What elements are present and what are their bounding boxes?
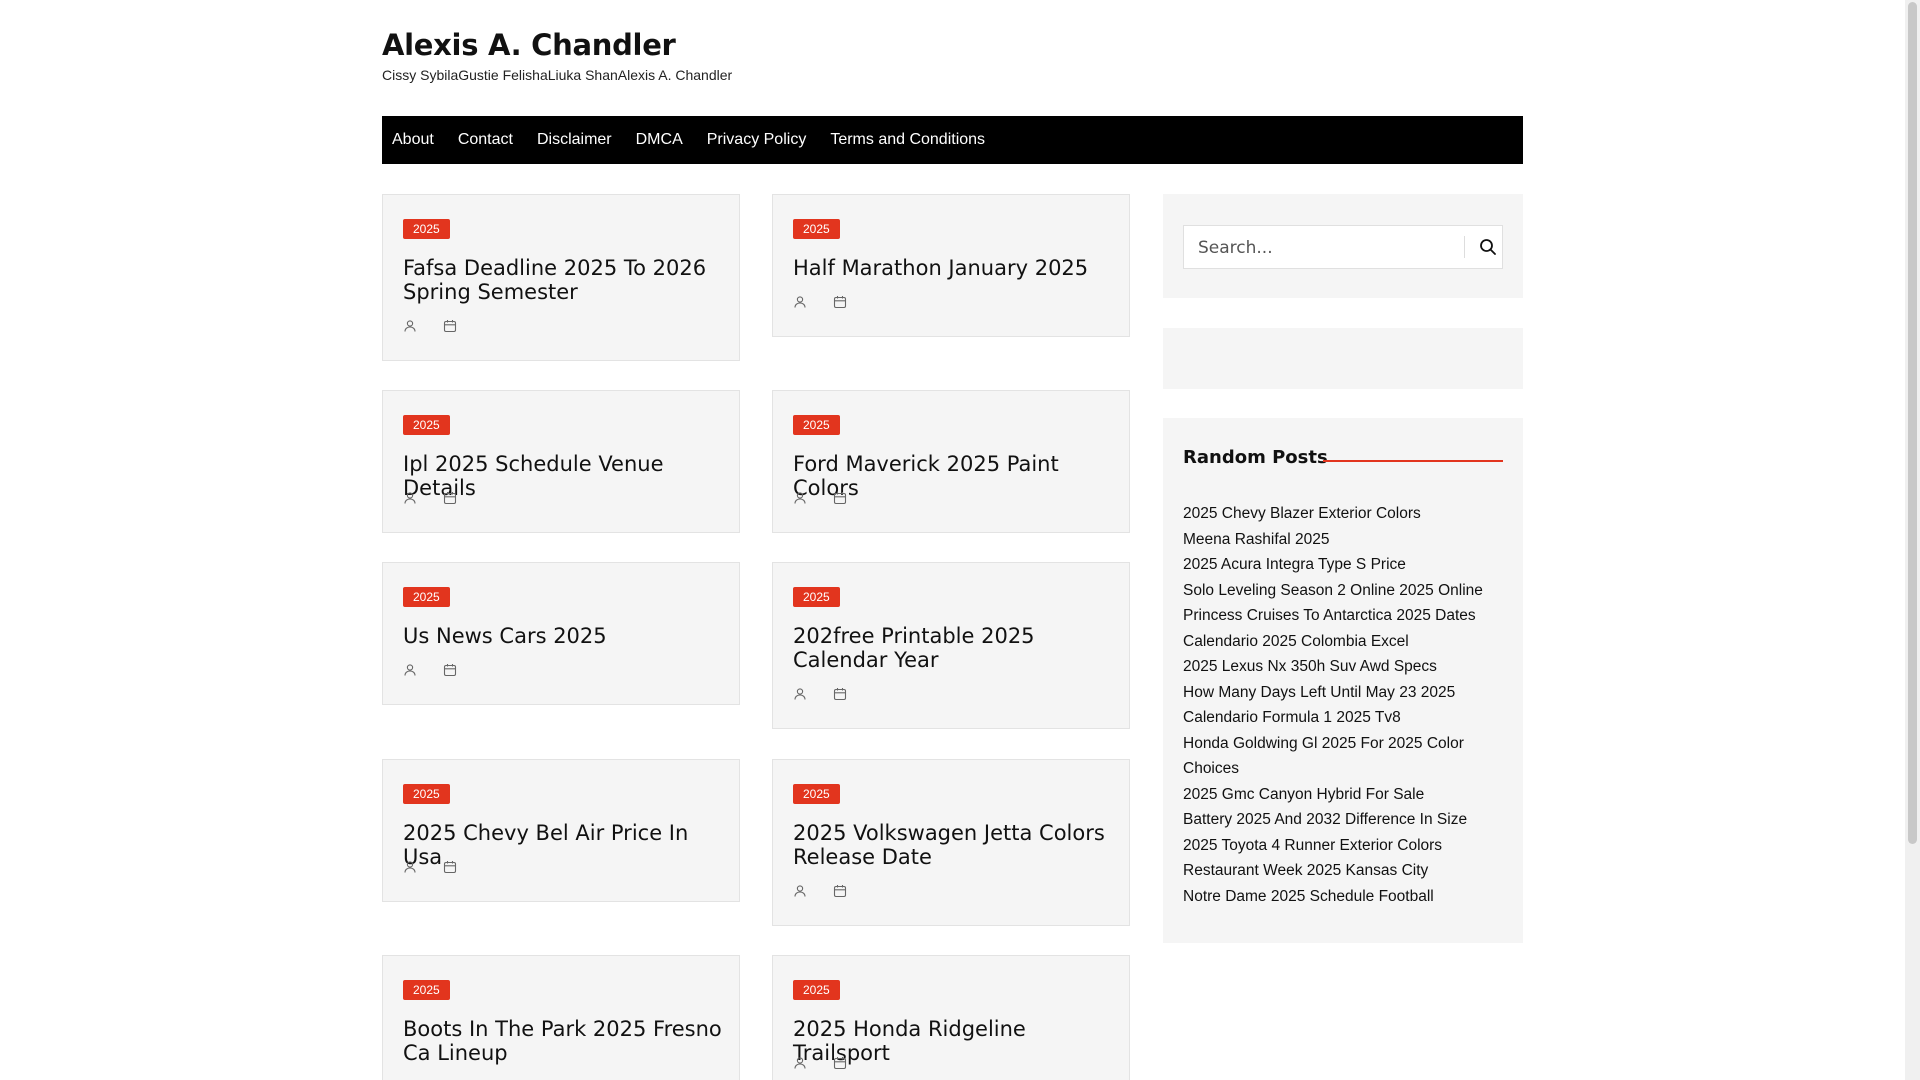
user-icon[interactable] xyxy=(793,491,807,505)
empty-widget xyxy=(1163,328,1523,389)
post-card: 2025 2025 Volkswagen Jetta Colors Releas… xyxy=(772,759,1130,926)
category-badge[interactable]: 2025 xyxy=(403,784,450,804)
list-item[interactable]: Notre Dame 2025 Schedule Football xyxy=(1183,884,1503,910)
category-badge[interactable]: 2025 xyxy=(403,415,450,435)
random-posts-widget: Random Posts 2025 Chevy Blazer Exterior … xyxy=(1163,418,1523,943)
post-meta xyxy=(793,295,847,309)
post-title[interactable]: Half Marathon January 2025 xyxy=(793,256,1113,280)
user-icon[interactable] xyxy=(403,491,417,505)
post-card: 2025 Us News Cars 2025 xyxy=(382,562,740,705)
list-item[interactable]: 2025 Chevy Blazer Exterior Colors xyxy=(1183,501,1503,527)
user-icon[interactable] xyxy=(793,295,807,309)
user-icon[interactable] xyxy=(793,687,807,701)
list-item[interactable]: Calendario 2025 Colombia Excel xyxy=(1183,629,1503,655)
site-title[interactable]: Alexis A. Chandler xyxy=(382,28,676,62)
list-item[interactable]: 2025 Lexus Nx 350h Suv Awd Specs xyxy=(1183,654,1503,680)
list-item[interactable]: How Many Days Left Until May 23 2025 xyxy=(1183,680,1503,706)
nav-item-privacy-policy[interactable]: Privacy Policy xyxy=(695,116,819,164)
post-card: 2025 Boots In The Park 2025 Fresno Ca Li… xyxy=(382,955,740,1080)
list-item[interactable]: 2025 Toyota 4 Runner Exterior Colors xyxy=(1183,833,1503,859)
site-description: Cissy SybilaGustie FelishaLiuka ShanAlex… xyxy=(382,67,733,83)
post-title[interactable]: Us News Cars 2025 xyxy=(403,624,723,648)
scrollbar-thumb[interactable] xyxy=(1908,2,1917,844)
random-posts-list: 2025 Chevy Blazer Exterior Colors Meena … xyxy=(1183,501,1503,909)
calendar-icon[interactable] xyxy=(833,491,847,505)
list-item[interactable]: Princess Cruises To Antarctica 2025 Date… xyxy=(1183,603,1503,629)
calendar-icon[interactable] xyxy=(833,1056,847,1070)
post-card: 2025 Fafsa Deadline 2025 To 2026 Spring … xyxy=(382,194,740,361)
list-item[interactable]: Battery 2025 And 2032 Difference In Size xyxy=(1183,807,1503,833)
post-title[interactable]: 202free Printable 2025 Calendar Year xyxy=(793,624,1113,672)
post-meta xyxy=(403,319,457,333)
search-input[interactable] xyxy=(1184,226,1480,270)
search-form xyxy=(1183,225,1503,270)
post-card: 2025 Half Marathon January 2025 xyxy=(772,194,1130,337)
category-badge[interactable]: 2025 xyxy=(793,784,840,804)
category-badge[interactable]: 2025 xyxy=(793,415,840,435)
nav-item-contact[interactable]: Contact xyxy=(446,116,525,164)
calendar-icon[interactable] xyxy=(443,860,457,874)
list-item[interactable]: Restaurant Week 2025 Kansas City xyxy=(1183,858,1503,884)
list-item[interactable]: Calendario Formula 1 2025 Tv8 xyxy=(1183,705,1503,731)
post-title[interactable]: Boots In The Park 2025 Fresno Ca Lineup xyxy=(403,1017,723,1065)
category-badge[interactable]: 2025 xyxy=(793,980,840,1000)
post-card: 2025 2025 Chevy Bel Air Price In Usa xyxy=(382,759,740,902)
nav-item-dmca[interactable]: DMCA xyxy=(624,116,695,164)
user-icon[interactable] xyxy=(403,319,417,333)
user-icon[interactable] xyxy=(403,860,417,874)
post-meta xyxy=(793,1056,847,1070)
category-badge[interactable]: 2025 xyxy=(793,219,840,239)
post-meta xyxy=(403,491,457,505)
list-item[interactable]: Meena Rashifal 2025 xyxy=(1183,527,1503,553)
post-card: 2025 Ford Maverick 2025 Paint Colors xyxy=(772,390,1130,533)
main-nav: About Contact Disclaimer DMCA Privacy Po… xyxy=(382,116,1523,164)
post-meta xyxy=(403,663,457,677)
title-underline xyxy=(1323,460,1503,462)
calendar-icon[interactable] xyxy=(443,319,457,333)
category-badge[interactable]: 2025 xyxy=(403,587,450,607)
list-item[interactable]: 2025 Gmc Canyon Hybrid For Sale xyxy=(1183,782,1503,808)
post-meta xyxy=(793,687,847,701)
post-meta xyxy=(403,860,457,874)
user-icon[interactable] xyxy=(793,1056,807,1070)
post-card: 2025 2025 Honda Ridgeline Trailsport xyxy=(772,955,1130,1080)
user-icon[interactable] xyxy=(793,884,807,898)
post-meta xyxy=(793,491,847,505)
list-item[interactable]: 2025 Acura Integra Type S Price xyxy=(1183,552,1503,578)
calendar-icon[interactable] xyxy=(443,491,457,505)
search-divider xyxy=(1464,236,1465,258)
post-meta xyxy=(793,884,847,898)
search-icon[interactable] xyxy=(1479,238,1497,256)
widget-title: Random Posts xyxy=(1183,447,1328,468)
list-item[interactable]: Solo Leveling Season 2 Online 2025 Onlin… xyxy=(1183,578,1503,604)
nav-item-terms[interactable]: Terms and Conditions xyxy=(818,116,997,164)
category-badge[interactable]: 2025 xyxy=(403,980,450,1000)
category-badge[interactable]: 2025 xyxy=(793,587,840,607)
post-title[interactable]: Fafsa Deadline 2025 To 2026 Spring Semes… xyxy=(403,256,723,304)
post-title[interactable]: 2025 Volkswagen Jetta Colors Release Dat… xyxy=(793,821,1113,869)
user-icon[interactable] xyxy=(403,663,417,677)
search-widget xyxy=(1163,194,1523,298)
calendar-icon[interactable] xyxy=(833,884,847,898)
calendar-icon[interactable] xyxy=(833,295,847,309)
calendar-icon[interactable] xyxy=(443,663,457,677)
category-badge[interactable]: 2025 xyxy=(403,219,450,239)
nav-item-about[interactable]: About xyxy=(382,116,446,164)
post-card: 2025 202free Printable 2025 Calendar Yea… xyxy=(772,562,1130,729)
calendar-icon[interactable] xyxy=(833,687,847,701)
post-card: 2025 Ipl 2025 Schedule Venue Details xyxy=(382,390,740,533)
nav-item-disclaimer[interactable]: Disclaimer xyxy=(525,116,624,164)
list-item[interactable]: Honda Goldwing Gl 2025 For 2025 Color Ch… xyxy=(1183,731,1503,782)
